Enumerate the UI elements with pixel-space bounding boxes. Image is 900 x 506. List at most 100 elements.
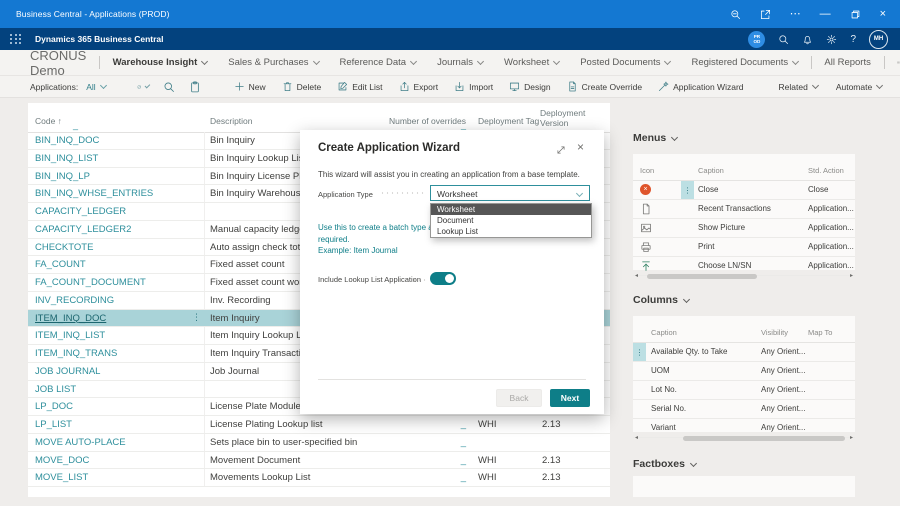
application-description: Item Inquiry Lookup List bbox=[210, 330, 311, 341]
dropdown-option-lookup-list[interactable]: Lookup List bbox=[431, 226, 591, 237]
application-code-link[interactable]: CAPACITY_LEDGER bbox=[35, 206, 126, 217]
restore-icon[interactable] bbox=[850, 9, 861, 20]
more-icon[interactable]: ⋯ bbox=[790, 9, 801, 20]
delete-button[interactable]: Delete bbox=[282, 81, 322, 92]
help-icon[interactable]: ? bbox=[850, 34, 856, 45]
new-button[interactable]: New bbox=[234, 81, 266, 92]
nav-item-registered-documents[interactable]: Registered Documents bbox=[691, 57, 798, 68]
application-code-link[interactable]: MOVE_LIST bbox=[35, 472, 88, 483]
company-name[interactable]: CRONUS Demo bbox=[30, 48, 86, 78]
table-row[interactable]: MOVE AUTO-PLACE⋮Sets place bin to user-s… bbox=[28, 434, 610, 452]
row-handle-icon[interactable]: ⋮ bbox=[192, 312, 201, 323]
next-button[interactable]: Next bbox=[550, 389, 590, 407]
overrides-link[interactable]: _ bbox=[368, 437, 466, 448]
design-button[interactable]: Design bbox=[509, 81, 550, 92]
view-filter-all[interactable]: All bbox=[86, 82, 105, 92]
application-code-link[interactable]: FA_COUNT_DOCUMENT bbox=[35, 277, 146, 288]
menus-row[interactable]: ⋮PrintApplication... bbox=[633, 238, 855, 257]
nav-item-sales-purchases[interactable]: Sales & Purchases bbox=[228, 57, 318, 68]
back-button[interactable]: Back bbox=[496, 389, 542, 407]
scroll-left-icon[interactable]: ◂ bbox=[635, 272, 638, 280]
column-header-deployment-version[interactable]: DeploymentVersion bbox=[540, 108, 585, 128]
create-override-button[interactable]: Create Override bbox=[567, 81, 642, 92]
nav-item-worksheet[interactable]: Worksheet bbox=[504, 57, 559, 68]
overrides-link[interactable]: _ bbox=[368, 455, 466, 466]
nav-item-warehouse-insight[interactable]: Warehouse Insight bbox=[113, 57, 208, 68]
menus-section-heading[interactable]: Menus bbox=[633, 132, 677, 144]
application-code-link[interactable]: CAPACITY_LEDGER2 bbox=[35, 224, 131, 235]
search-icon[interactable] bbox=[778, 34, 789, 45]
dialog-expand-icon[interactable] bbox=[556, 145, 566, 155]
dropdown-option-worksheet[interactable]: Worksheet bbox=[431, 204, 591, 215]
export-button[interactable]: Export bbox=[399, 81, 439, 92]
edit-list-button[interactable]: Edit List bbox=[337, 81, 382, 92]
app-launcher-icon[interactable] bbox=[10, 34, 22, 44]
nav-item-posted-documents[interactable]: Posted Documents bbox=[580, 57, 670, 68]
columns-row[interactable]: ⋮Serial No.Any Orient... bbox=[633, 400, 855, 419]
column-header-code[interactable]: Code ↑ bbox=[35, 116, 62, 126]
menus-row[interactable]: ⋮Show PictureApplication... bbox=[633, 219, 855, 238]
application-code-link[interactable]: JOB JOURNAL bbox=[35, 366, 100, 377]
views-icon[interactable] bbox=[137, 81, 149, 93]
close-icon[interactable]: × bbox=[880, 9, 886, 20]
application-code-link[interactable]: CHECKTOTE bbox=[35, 242, 93, 253]
search-list-icon[interactable] bbox=[163, 81, 175, 93]
application-code-link[interactable]: ITEM_INQ_DOC bbox=[35, 313, 106, 324]
nav-item-reference-data[interactable]: Reference Data bbox=[340, 57, 417, 68]
scroll-left-icon[interactable]: ◂ bbox=[635, 434, 638, 442]
application-wizard-button[interactable]: Application Wizard bbox=[658, 81, 743, 92]
overrides-link[interactable]: _ bbox=[368, 419, 466, 430]
columns-row[interactable]: ⋮Available Qty. to TakeAny Orient... bbox=[633, 343, 855, 362]
application-code-link[interactable]: ITEM_INQ_TRANS bbox=[35, 348, 117, 359]
application-code-link[interactable]: MOVE AUTO-PLACE bbox=[35, 437, 126, 448]
analysis-clipboard-icon[interactable] bbox=[189, 81, 201, 93]
application-type-combobox[interactable]: Worksheet bbox=[430, 185, 590, 201]
automate-menu[interactable]: Automate bbox=[836, 82, 882, 92]
column-header-overrides[interactable]: Number of overrides bbox=[358, 116, 466, 126]
scroll-right-icon[interactable]: ▸ bbox=[850, 434, 853, 442]
columns-section-heading[interactable]: Columns bbox=[633, 294, 689, 306]
overrides-link[interactable]: _ bbox=[368, 472, 466, 483]
table-row[interactable]: MOVE_DOC⋮Movement Document_WHI2.13 bbox=[28, 452, 610, 470]
application-code-link[interactable]: BIN_INQ_LP bbox=[35, 171, 90, 182]
settings-gear-icon[interactable] bbox=[826, 34, 837, 45]
application-code-link[interactable]: BIN_INQ_DOC bbox=[35, 135, 99, 146]
notifications-bell-icon[interactable] bbox=[802, 34, 813, 45]
scrollbar-thumb[interactable] bbox=[647, 274, 757, 279]
nav-item-all-reports[interactable]: All Reports bbox=[824, 57, 870, 68]
minimize-icon[interactable]: — bbox=[820, 9, 831, 20]
menus-table-header: Icon Caption Std. Action bbox=[633, 154, 855, 181]
row-handle-icon[interactable]: ⋮ bbox=[633, 343, 646, 361]
columns-row[interactable]: ⋮UOMAny Orient... bbox=[633, 362, 855, 381]
nav-item-journals[interactable]: Journals bbox=[437, 57, 483, 68]
application-code-link[interactable]: FA_COUNT bbox=[35, 259, 86, 270]
application-code-link[interactable]: LP_LIST bbox=[35, 419, 72, 430]
columns-row[interactable]: ⋮Lot No.Any Orient... bbox=[633, 381, 855, 400]
menus-row[interactable]: ×⋮CloseClose bbox=[633, 181, 855, 200]
application-code-link[interactable]: BIN_INQ_LIST bbox=[35, 153, 98, 164]
application-code-link[interactable]: ITEM_INQ_LIST bbox=[35, 330, 105, 341]
table-row[interactable]: LP_LIST⋮License Plating Lookup list_WHI2… bbox=[28, 416, 610, 434]
dropdown-option-document[interactable]: Document bbox=[431, 215, 591, 226]
table-row[interactable]: MOVE_LIST⋮Movements Lookup List_WHI2.13 bbox=[28, 469, 610, 487]
column-header-deployment-tag[interactable]: Deployment Tag bbox=[478, 116, 539, 126]
related-menu[interactable]: Related bbox=[779, 82, 818, 92]
menus-row[interactable]: ⋮Recent TransactionsApplication... bbox=[633, 200, 855, 219]
environment-badge[interactable]: PR OD bbox=[748, 31, 765, 48]
application-code-link[interactable]: LP_DOC bbox=[35, 401, 73, 412]
factboxes-section-heading[interactable]: Factboxes bbox=[633, 458, 696, 470]
application-code-link[interactable]: MOVE_DOC bbox=[35, 455, 89, 466]
user-avatar[interactable]: MH bbox=[869, 30, 888, 49]
application-code-link[interactable]: BIN_INQ_WHSE_ENTRIES bbox=[35, 188, 153, 199]
scrollbar-thumb[interactable] bbox=[683, 436, 845, 441]
import-button[interactable]: Import bbox=[454, 81, 493, 92]
row-handle-icon[interactable]: ⋮ bbox=[681, 181, 694, 199]
application-code-link[interactable]: JOB LIST bbox=[35, 384, 76, 395]
include-lookup-list-toggle[interactable] bbox=[430, 272, 456, 285]
scroll-right-icon[interactable]: ▸ bbox=[850, 272, 853, 280]
popout-icon[interactable] bbox=[760, 9, 771, 20]
dialog-close-icon[interactable]: × bbox=[577, 140, 584, 154]
zoom-out-icon[interactable] bbox=[730, 9, 741, 20]
column-header-description[interactable]: Description bbox=[210, 116, 253, 126]
application-code-link[interactable]: INV_RECORDING bbox=[35, 295, 114, 306]
